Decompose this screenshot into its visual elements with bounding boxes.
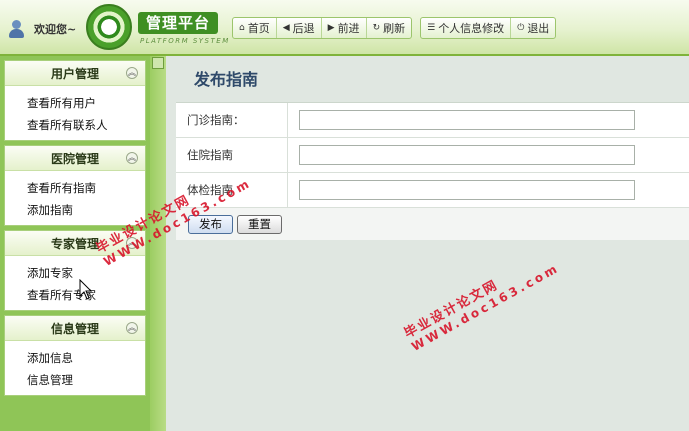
- page-title: 发布指南: [194, 70, 259, 89]
- form-row: 体检指南: [176, 173, 689, 208]
- sidebar-item-add-info[interactable]: 添加信息: [27, 347, 145, 369]
- panel-header[interactable]: 用户管理 ︽: [5, 61, 145, 86]
- account-button-group: ☰ 个人信息修改 ⏻ 退出: [420, 17, 557, 39]
- panel-title: 信息管理: [50, 321, 99, 336]
- inpatient-guide-input[interactable]: [299, 145, 635, 165]
- splitter-toggle-button[interactable]: [152, 57, 164, 69]
- welcome-text: 欢迎您~: [34, 23, 77, 36]
- home-button[interactable]: ⌂ 首页: [233, 18, 277, 38]
- logo-icon: [86, 4, 132, 50]
- collapse-icon[interactable]: ︽: [126, 322, 138, 334]
- logo-subtitle: PLATFORM SYSTEM: [140, 37, 230, 45]
- forward-button[interactable]: ▶ 前进: [322, 18, 367, 38]
- outpatient-guide-input[interactable]: [299, 110, 635, 130]
- user-icon: [6, 18, 28, 40]
- form-actions: 发布 重置: [176, 208, 689, 240]
- collapse-icon[interactable]: ︽: [126, 152, 138, 164]
- home-icon: ⌂: [239, 23, 245, 33]
- panel-title: 专家管理: [50, 236, 99, 251]
- outpatient-guide-label: 门诊指南：: [176, 103, 288, 137]
- form-row: 住院指南: [176, 138, 689, 173]
- welcome-area: 欢迎您~: [6, 18, 76, 40]
- back-button[interactable]: ◀ 后退: [277, 18, 322, 38]
- panel-header[interactable]: 医院管理 ︽: [5, 146, 145, 171]
- toolbar: ⌂ 首页 ◀ 后退 ▶ 前进 ↻ 刷新 ☰ 个人信息修改 ⏻ 退出: [232, 17, 564, 39]
- refresh-button[interactable]: ↻ 刷新: [367, 18, 412, 38]
- logout-button[interactable]: ⏻ 退出: [511, 18, 555, 38]
- forward-icon: ▶: [327, 23, 335, 33]
- power-icon: ⏻: [517, 23, 525, 33]
- sidebar-item-view-guides[interactable]: 查看所有指南: [27, 177, 145, 199]
- panel-hospital-management: 医院管理 ︽ 查看所有指南 添加指南: [4, 145, 146, 226]
- panel-info-management: 信息管理 ︽ 添加信息 信息管理: [4, 315, 146, 396]
- logo-title: 管理平台: [138, 12, 218, 34]
- sidebar-item-manage-info[interactable]: 信息管理: [27, 369, 145, 391]
- sidebar-item-view-contacts[interactable]: 查看所有联系人: [27, 114, 145, 136]
- refresh-icon: ↻: [372, 23, 381, 33]
- back-icon: ◀: [282, 23, 290, 33]
- logo: 管理平台 PLATFORM SYSTEM: [86, 4, 236, 54]
- nav-button-group: ⌂ 首页 ◀ 后退 ▶ 前进 ↻ 刷新: [232, 17, 413, 39]
- sidebar-item-add-guide[interactable]: 添加指南: [27, 199, 145, 221]
- reset-button[interactable]: 重置: [237, 214, 282, 234]
- list-icon: ☰: [427, 23, 436, 33]
- panel-user-management: 用户管理 ︽ 查看所有用户 查看所有联系人: [4, 60, 146, 141]
- form-row: 门诊指南：: [176, 103, 689, 138]
- sidebar-item-view-users[interactable]: 查看所有用户: [27, 92, 145, 114]
- panel-header[interactable]: 信息管理 ︽: [5, 316, 145, 341]
- collapse-icon[interactable]: ︽: [126, 67, 138, 79]
- panel-title: 用户管理: [50, 66, 99, 81]
- guide-form: 门诊指南： 住院指南 体检指南 发布 重置: [176, 102, 689, 240]
- header: 欢迎您~ 管理平台 PLATFORM SYSTEM ⌂ 首页 ◀ 后退 ▶ 前进 ↻ 刷…: [0, 0, 689, 56]
- checkup-guide-input[interactable]: [299, 180, 635, 200]
- panel-title: 医院管理: [50, 151, 99, 166]
- profile-edit-button[interactable]: ☰ 个人信息修改: [421, 18, 512, 38]
- main-content: 发布指南 门诊指南： 住院指南 体检指南 发布 重置: [166, 56, 689, 431]
- mouse-cursor-icon: [79, 279, 93, 300]
